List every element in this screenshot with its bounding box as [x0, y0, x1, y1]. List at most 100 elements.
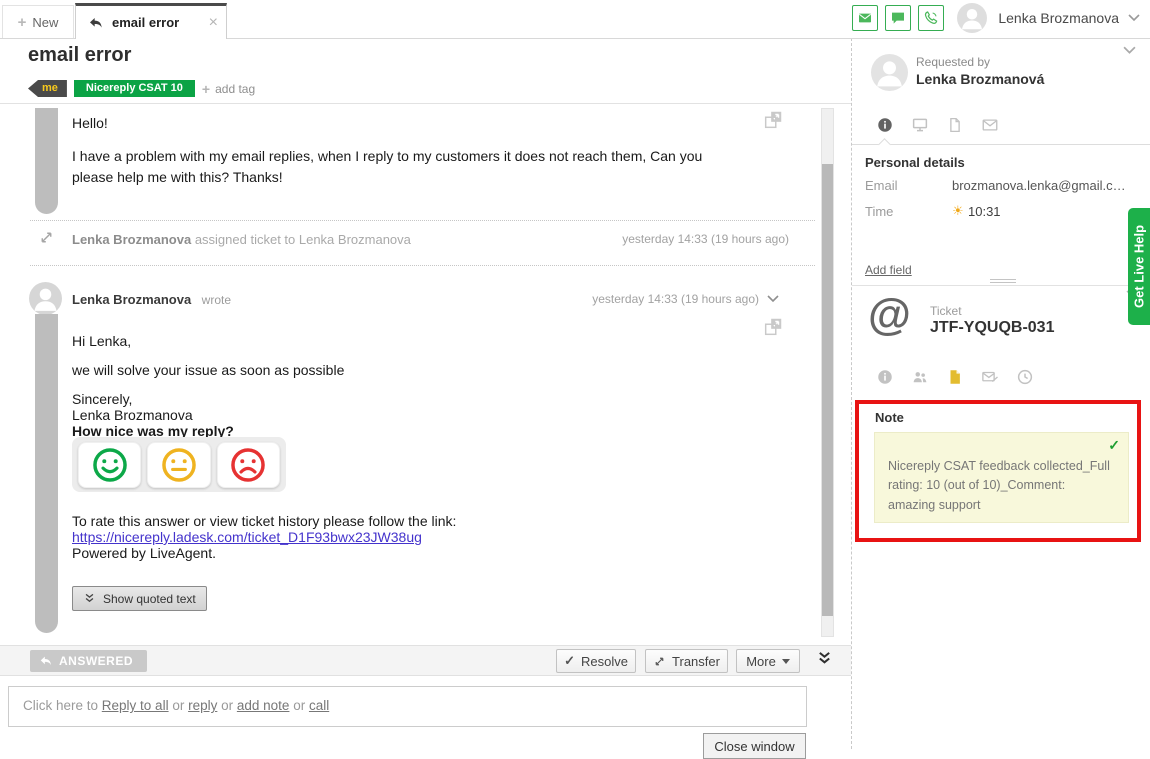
ticket-details-sidebar: Requested by Lenka Brozmanová Personal d… — [851, 38, 1150, 749]
composer-separator: or — [169, 698, 189, 713]
message-timestamp-group: yesterday 14:33 (19 hours ago) — [592, 292, 779, 306]
caret-down-icon — [782, 659, 790, 664]
status-label: ANSWERED — [59, 654, 133, 668]
resolve-button[interactable]: ✓ Resolve — [556, 649, 636, 673]
user-menu[interactable]: Lenka Brozmanova — [998, 10, 1119, 26]
more-label: More — [746, 654, 776, 669]
open-message-icon[interactable] — [762, 316, 784, 338]
smiley-sad-icon — [229, 446, 267, 484]
system-event-timestamp: yesterday 14:33 (19 hours ago) — [622, 232, 789, 246]
system-event: Lenka Brozmanova assigned ticket to Lenk… — [72, 231, 411, 249]
message-thread: Hello! I have a problem with my email re… — [0, 103, 851, 641]
show-quoted-text-button[interactable]: Show quoted text — [72, 586, 207, 611]
tab-sessions-icon[interactable] — [911, 116, 929, 134]
open-message-icon[interactable] — [762, 109, 784, 131]
ticket-info-icon[interactable] — [876, 368, 894, 386]
plus-icon: + — [202, 81, 210, 97]
message-rail — [35, 314, 58, 633]
new-email-button[interactable] — [852, 5, 878, 31]
message-author: Lenka Brozmanova — [72, 292, 191, 307]
powered-by-label: Powered by LiveAgent. — [72, 543, 216, 563]
add-tag-button[interactable]: + add tag — [202, 81, 255, 97]
user-avatar[interactable] — [957, 3, 987, 33]
header-actions: Lenka Brozmanova — [852, 3, 1140, 33]
tag-row: me Nicereply CSAT 10 + add tag — [28, 80, 255, 97]
add-field-link[interactable]: Add field — [865, 263, 912, 277]
transfer-button[interactable]: Transfer — [645, 649, 728, 673]
close-tab-icon[interactable]: × — [209, 14, 218, 32]
reply-link[interactable]: reply — [188, 698, 217, 713]
top-tab-bar: + New email error × Lenka Brozmanova — [0, 0, 1150, 39]
tab-new-label: New — [32, 15, 58, 30]
tab-email-error[interactable]: email error × — [75, 3, 227, 39]
call-link[interactable]: call — [309, 698, 329, 713]
chat-bubble-icon — [890, 10, 906, 26]
more-button[interactable]: More — [736, 649, 800, 673]
phone-icon — [923, 10, 939, 26]
requester-avatar — [871, 54, 908, 91]
collapse-requester-icon[interactable] — [1123, 46, 1136, 55]
time-label: Time — [865, 204, 893, 219]
chevron-down-icon[interactable] — [1128, 14, 1140, 22]
message-line: I have a problem with my email replies, … — [72, 146, 740, 187]
assign-icon — [38, 229, 55, 246]
composer-separator: or — [217, 698, 237, 713]
sun-icon: ☀ — [952, 203, 964, 219]
note-card[interactable]: ✓ Nicereply CSAT feedback collected_Full… — [874, 432, 1129, 523]
tab-tickets-icon[interactable] — [946, 116, 964, 134]
tab-info-icon[interactable] — [876, 116, 894, 134]
active-tab-notch — [878, 138, 891, 151]
requested-by-label: Requested by — [916, 55, 990, 69]
email-value: brozmanova.lenka@gmail.c… — [952, 178, 1126, 193]
divider — [30, 265, 815, 266]
panel-drag-handle[interactable] — [990, 279, 1016, 288]
ticket-notes-icon[interactable] — [946, 368, 964, 386]
personal-details-heading: Personal details — [865, 155, 965, 170]
tag-nicereply-csat[interactable]: Nicereply CSAT 10 — [74, 80, 195, 97]
plus-icon: + — [18, 14, 27, 31]
csat-bad-button[interactable] — [217, 442, 280, 488]
message-rail — [35, 108, 58, 214]
ticket-history-icon[interactable] — [1016, 368, 1034, 386]
new-call-button[interactable] — [918, 5, 944, 31]
ticket-main-panel: email error me Nicereply CSAT 10 + add t… — [0, 38, 851, 749]
wrote-label: wrote — [202, 293, 231, 307]
new-chat-button[interactable] — [885, 5, 911, 31]
tag-me[interactable]: me — [28, 80, 67, 97]
status-badge: ANSWERED — [30, 650, 147, 672]
annotation-highlight-box: Note ✓ Nicereply CSAT feedback collected… — [855, 400, 1141, 542]
requester-tabs — [876, 116, 999, 134]
resolve-label: Resolve — [581, 654, 628, 669]
scrollbar-thumb[interactable] — [822, 164, 833, 616]
chevron-down-icon[interactable] — [767, 295, 779, 303]
reply-to-all-link[interactable]: Reply to all — [102, 698, 169, 713]
transfer-icon — [653, 655, 666, 668]
close-window-button[interactable]: Close window — [703, 733, 806, 759]
ticket-action-toolbar: ANSWERED ✓ Resolve Transfer More — [0, 645, 851, 676]
csat-good-button[interactable] — [78, 442, 141, 488]
collapse-thread-icon[interactable] — [816, 651, 833, 666]
ticket-channel-icon: @ — [868, 290, 911, 340]
reply-composer[interactable]: Click here to Reply to all or reply or a… — [8, 686, 807, 727]
message-line: Hi Lenka, — [72, 331, 131, 351]
csat-neutral-button[interactable] — [147, 442, 210, 488]
ticket-forward-icon[interactable] — [981, 368, 999, 386]
add-note-link[interactable]: add note — [237, 698, 290, 713]
reply-arrow-icon — [39, 654, 53, 668]
ticket-id: JTF-YQUQB-031 — [930, 319, 1054, 337]
avatar — [29, 282, 62, 315]
time-value: 10:31 — [968, 204, 1001, 219]
smiley-happy-icon — [91, 446, 129, 484]
email-label: Email — [865, 178, 898, 193]
tab-new[interactable]: + New — [2, 5, 74, 38]
note-heading: Note — [875, 410, 904, 425]
divider — [30, 220, 815, 221]
thread-scrollbar[interactable] — [821, 108, 834, 637]
tab-emails-icon[interactable] — [981, 116, 999, 134]
get-live-help-tab[interactable]: Get Live Help — [1128, 208, 1150, 325]
envelope-icon — [857, 10, 873, 26]
ticket-contacts-icon[interactable] — [911, 368, 929, 386]
check-icon: ✓ — [564, 653, 575, 669]
message-body: Hello! I have a problem with my email re… — [72, 113, 740, 187]
composer-prefix: Click here to — [23, 698, 102, 713]
